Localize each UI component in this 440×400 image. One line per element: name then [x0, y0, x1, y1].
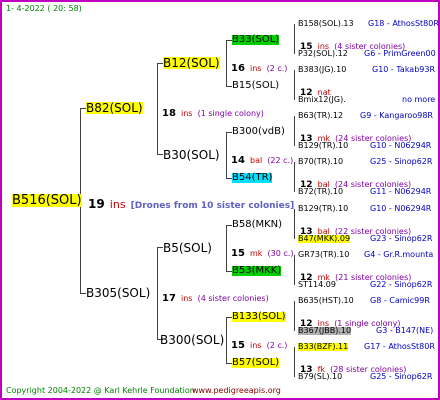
- ancestor-line: G25 - Sinop62R: [370, 157, 433, 166]
- connector-gen2: [226, 317, 227, 363]
- ancestor-name[interactable]: B70(TR).10: [298, 158, 343, 166]
- ancestor-name[interactable]: Bmix12(JG).: [298, 96, 346, 104]
- ancestor-name[interactable]: B72(TR).10: [298, 188, 343, 196]
- ancestor-name[interactable]: B635(HST).10: [298, 297, 354, 305]
- ancestor-line: G17 - AthosSt80R: [364, 342, 435, 351]
- ancestor-name[interactable]: GR73(TR).10: [298, 251, 349, 259]
- ancestor-line: G18 - AthosSt80R: [368, 19, 439, 28]
- gen3-queen-name[interactable]: B54(TR): [232, 173, 273, 183]
- gen1-info: 17 ins (4 sister colonies): [162, 293, 269, 304]
- ancestor-line: G11 - N06294R: [370, 187, 432, 196]
- ancestor-name[interactable]: B33(BZF).11: [298, 343, 349, 351]
- ancestor-name[interactable]: B367(JBB).10: [298, 327, 352, 335]
- connector-gen1-a: [157, 63, 158, 155]
- gen3-queen-name[interactable]: B53(MKK): [232, 266, 282, 276]
- ancestor-name[interactable]: B79(SL).10: [298, 373, 342, 381]
- ancestor-name[interactable]: B129(TR).10: [298, 142, 348, 150]
- date-stamp: 1- 4-2022 ( 20: 58): [6, 4, 82, 13]
- gen3-queen-name[interactable]: B300(vdB): [232, 127, 285, 137]
- gen3-queen-name[interactable]: B58(MKN): [232, 220, 282, 230]
- ancestor-line: G10 - Takab93R: [372, 65, 436, 74]
- gen2-queen-name[interactable]: B300(SOL): [160, 334, 224, 346]
- gen3-queen-name[interactable]: B57(SOL): [232, 358, 280, 368]
- connector-gen3: [294, 70, 295, 100]
- gen2-info: 14 bal (22 c.): [231, 155, 294, 166]
- ancestor-name[interactable]: B63(TR).12: [298, 112, 343, 120]
- connector-gen3: [294, 209, 295, 239]
- ancestor-line: G3 - B147(NE): [376, 326, 434, 335]
- root-queen-name[interactable]: B516(SOL): [12, 194, 82, 207]
- gen2-queen-name[interactable]: B5(SOL): [163, 242, 212, 254]
- gen1-queen-name[interactable]: B305(SOL): [86, 287, 150, 299]
- ancestor-line: G22 - Sinop62R: [370, 280, 433, 289]
- ancestor-name[interactable]: B158(SOL).13: [298, 20, 354, 28]
- pedigree-frame: 1- 4-2022 ( 20: 58) B516(SOL) 19 ins [Dr…: [0, 0, 440, 400]
- connector-gen2: [226, 40, 227, 86]
- connector-gen2: [226, 225, 227, 271]
- gen3-queen-name[interactable]: B33(SOL): [232, 35, 280, 45]
- ancestor-line: G9 - Kangaroo98R: [360, 111, 433, 120]
- gen2-info: 15 ins (2 c.): [231, 340, 288, 351]
- gen1-info: 18 ins (1 single colony): [162, 108, 264, 119]
- gen2-queen-name[interactable]: B30(SOL): [163, 149, 220, 161]
- connector-gen3: [294, 255, 295, 285]
- connector-gen3: [294, 301, 295, 331]
- copyright-text: Copyright 2004-2022 @ Karl Kehrle Founda…: [6, 386, 195, 395]
- connector-gen3: [294, 116, 295, 146]
- gen1-queen-name[interactable]: B82(SOL): [86, 102, 143, 114]
- ancestor-line: G23 - Sinop62R: [370, 234, 433, 243]
- ancestor-name[interactable]: B47(MKK).09: [298, 235, 351, 243]
- ancestor-name[interactable]: P32(SOL).12: [298, 50, 348, 58]
- connector-gen3: [294, 162, 295, 192]
- ancestor-line: no more: [402, 95, 436, 104]
- ancestor-line: G10 - N06294R: [370, 204, 432, 213]
- gen3-queen-name[interactable]: B133(SOL): [232, 312, 286, 322]
- ancestor-name[interactable]: B129(TR).10: [298, 205, 348, 213]
- gen2-info: 16 ins (2 c.): [231, 63, 288, 74]
- connector-gen2: [226, 132, 227, 178]
- ancestor-name[interactable]: B383(JG).10: [298, 66, 346, 74]
- ancestor-line: G4 - Gr.R.mounta: [364, 250, 434, 259]
- ancestor-line: G8 - Camic99R: [370, 296, 430, 305]
- gen3-queen-name[interactable]: B15(SOL): [232, 81, 279, 91]
- ancestor-line: G25 - Sinop62R: [370, 372, 433, 381]
- ancestor-name[interactable]: ST114.09: [298, 281, 336, 289]
- root-info: 19 ins [Drones from 10 sister colonies]: [88, 197, 295, 211]
- connector-gen1-b: [157, 247, 158, 340]
- connector-gen3: [294, 24, 295, 54]
- gen2-queen-name[interactable]: B12(SOL): [163, 57, 220, 69]
- ancestor-line: G10 - N06294R: [370, 141, 432, 150]
- site-link[interactable]: www.pedigreeapis.org: [192, 387, 281, 395]
- gen2-info: 15 mk (30 c.): [231, 248, 294, 259]
- connector-gen3: [294, 347, 295, 377]
- ancestor-line: G6 - PrimGreen00: [364, 49, 436, 58]
